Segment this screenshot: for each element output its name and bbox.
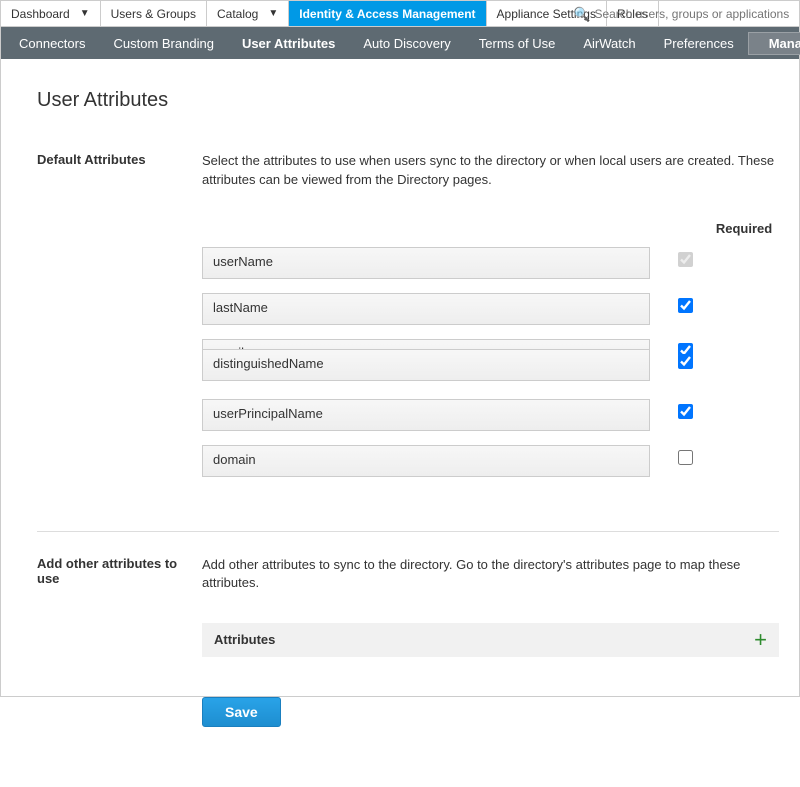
required-header: Required <box>709 220 779 239</box>
required-checkbox[interactable] <box>678 450 693 465</box>
attr-check-cell <box>650 450 720 471</box>
main-content: User Attributes Default Attributes Selec… <box>1 59 799 787</box>
attributes-bar-label: Attributes <box>214 631 275 650</box>
search-icon: 🔍 <box>573 6 590 23</box>
section-desc: Select the attributes to use when users … <box>202 152 779 190</box>
tab-label: Dashboard <box>11 7 70 21</box>
required-checkbox[interactable] <box>678 252 693 267</box>
page-title: User Attributes <box>37 89 779 112</box>
subnav-label: Connectors <box>19 36 85 51</box>
attr-field: domain <box>202 445 650 477</box>
attr-row-lastname: lastName <box>202 293 779 325</box>
add-attribute-icon[interactable]: + <box>754 624 767 656</box>
attributes-bar: Attributes + <box>202 623 779 657</box>
attr-check-cell <box>650 354 720 375</box>
subnav-custom-branding[interactable]: Custom Branding <box>99 27 227 59</box>
required-checkbox[interactable] <box>678 354 693 369</box>
attr-check-cell <box>650 298 720 319</box>
manage-button[interactable]: Manage <box>748 32 800 55</box>
section-body: Select the attributes to use when users … <box>202 152 779 491</box>
subnav-label: Preferences <box>664 36 734 51</box>
attr-overlap-group: email distinguishedName <box>202 339 779 393</box>
attr-row-username: userName <box>202 247 779 279</box>
attr-check-cell <box>650 404 720 425</box>
subnav-connectors[interactable]: Connectors <box>5 27 99 59</box>
subnav-label: User Attributes <box>242 36 335 51</box>
subnav-label: Auto Discovery <box>363 36 450 51</box>
section-desc: Add other attributes to sync to the dire… <box>202 556 779 594</box>
save-button[interactable]: Save <box>202 697 281 727</box>
search-wrap: 🔍 <box>573 1 793 27</box>
subnav-user-attributes[interactable]: User Attributes <box>228 27 349 59</box>
required-checkbox[interactable] <box>678 404 693 419</box>
manage-wrap: Manage <box>748 32 800 55</box>
search-input[interactable] <box>594 7 793 21</box>
section-body: Add other attributes to sync to the dire… <box>202 556 779 728</box>
subnav-label: Terms of Use <box>479 36 556 51</box>
tab-users-groups[interactable]: Users & Groups <box>101 1 207 26</box>
subnav-airwatch[interactable]: AirWatch <box>569 27 649 59</box>
section-divider <box>37 531 779 532</box>
attr-header: Required <box>202 220 779 247</box>
attr-row-upn: userPrincipalName <box>202 399 779 431</box>
subnav-label: Custom Branding <box>113 36 213 51</box>
attr-field: distinguishedName <box>202 349 650 381</box>
tab-label: Catalog <box>217 7 258 21</box>
subnav-terms-of-use[interactable]: Terms of Use <box>465 27 570 59</box>
chevron-down-icon: ▼ <box>80 8 90 19</box>
tab-dashboard[interactable]: Dashboard ▼ <box>1 1 101 26</box>
subnav-label: AirWatch <box>583 36 635 51</box>
attr-field: userPrincipalName <box>202 399 650 431</box>
sub-nav: Connectors Custom Branding User Attribut… <box>1 27 799 59</box>
subnav-preferences[interactable]: Preferences <box>650 27 748 59</box>
top-nav: Dashboard ▼ Users & Groups Catalog ▼ Ide… <box>1 1 799 27</box>
attr-row-distinguishedname: distinguishedName <box>202 349 779 381</box>
tab-label: Identity & Access Management <box>299 7 475 21</box>
chevron-down-icon: ▼ <box>268 8 278 19</box>
tab-identity-access[interactable]: Identity & Access Management <box>289 1 486 26</box>
tab-catalog[interactable]: Catalog ▼ <box>207 1 289 26</box>
other-attributes-section: Add other attributes to use Add other at… <box>37 556 779 728</box>
tab-label: Users & Groups <box>111 7 196 21</box>
required-checkbox[interactable] <box>678 298 693 313</box>
section-heading: Add other attributes to use <box>37 556 202 728</box>
col-spacer <box>202 220 709 247</box>
subnav-auto-discovery[interactable]: Auto Discovery <box>349 27 464 59</box>
attr-row-domain: domain <box>202 445 779 477</box>
default-attributes-section: Default Attributes Select the attributes… <box>37 152 779 491</box>
save-row: Save <box>202 697 779 727</box>
attr-check-cell <box>650 252 720 273</box>
attr-field: userName <box>202 247 650 279</box>
attr-field: lastName <box>202 293 650 325</box>
section-heading: Default Attributes <box>37 152 202 491</box>
